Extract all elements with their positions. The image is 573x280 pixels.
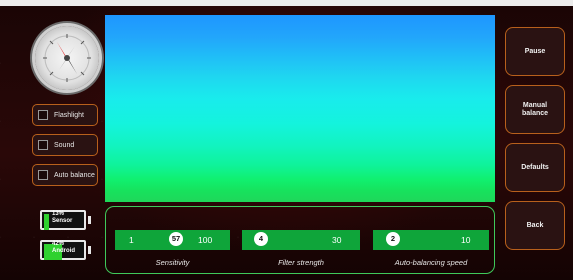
sensor-battery-percent: 13% <box>52 211 65 217</box>
manual-balance-button[interactable]: Manual balance <box>505 85 565 134</box>
auto-balancing-speed-knob[interactable]: 2 <box>386 232 400 246</box>
sensitivity-max: 100 <box>198 235 213 245</box>
filter-strength-knob[interactable]: 4 <box>254 232 268 246</box>
auto-balance-toggle[interactable]: Auto balance <box>32 164 98 186</box>
balance-display <box>105 15 495 202</box>
android-battery-percent: 42% <box>52 241 65 247</box>
sensitivity-caption: Sensitivity <box>155 258 190 267</box>
auto-balance-label: Auto balance <box>54 171 95 179</box>
back-button[interactable]: Back <box>505 201 565 250</box>
pause-button[interactable]: Pause <box>505 27 565 76</box>
defaults-button[interactable]: Defaults <box>505 143 565 192</box>
filter-strength-max: 30 <box>332 235 342 245</box>
sound-label: Sound <box>54 141 75 149</box>
sensitivity-knob[interactable]: 57 <box>169 232 183 246</box>
flashlight-label: Flashlight <box>54 111 84 119</box>
sensitivity-min: 1 <box>129 235 134 245</box>
android-battery-label: Android <box>52 248 75 254</box>
sensor-battery-label: Sensor <box>52 218 73 224</box>
auto-balancing-speed-slider[interactable]: 2 10 <box>373 230 489 250</box>
flashlight-checkbox[interactable] <box>38 110 48 120</box>
compass-icon <box>35 26 99 90</box>
sound-toggle[interactable]: Sound <box>32 134 98 156</box>
filter-strength-slider[interactable]: 4 30 <box>242 230 360 250</box>
auto-balancing-speed-max: 10 <box>461 235 471 245</box>
sensitivity-slider[interactable]: 1 57 100 <box>115 230 230 250</box>
auto-balancing-speed-caption: Auto-balancing speed <box>394 258 468 267</box>
flashlight-toggle[interactable]: Flashlight <box>32 104 98 126</box>
sound-checkbox[interactable] <box>38 140 48 150</box>
auto-balance-checkbox[interactable] <box>38 170 48 180</box>
filter-strength-caption: Filter strength <box>278 258 324 267</box>
sensor-battery: 13% Sensor <box>40 210 91 230</box>
android-battery: 42% Android <box>40 240 91 260</box>
